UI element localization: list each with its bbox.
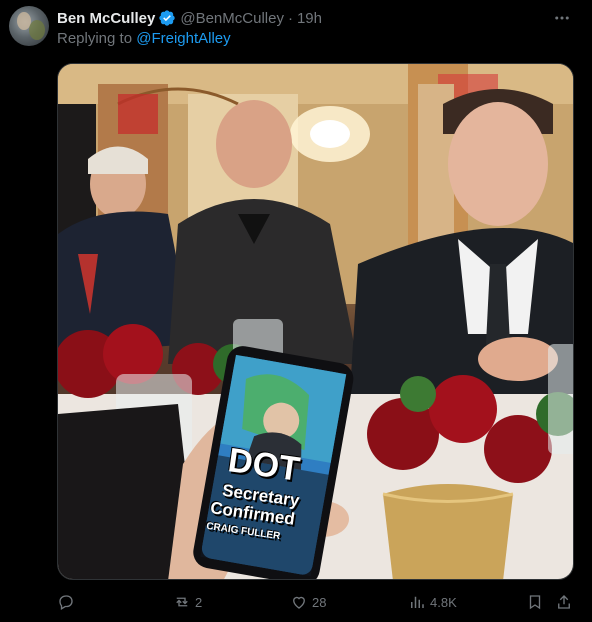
share-button[interactable] — [555, 592, 573, 612]
tweet-actions: 2 28 4.8K — [57, 592, 577, 612]
avatar-shape — [29, 20, 45, 40]
views-button[interactable]: 4.8K — [408, 592, 457, 612]
like-count: 28 — [312, 594, 327, 610]
separator-dot: · — [287, 9, 293, 27]
retweet-icon — [176, 597, 188, 607]
photo-illustration — [58, 64, 573, 579]
reply-prefix: Replying to — [57, 30, 133, 47]
views-count: 4.8K — [430, 594, 457, 610]
tweet-photo[interactable]: DOT Secretary Confirmed CRAIG FULLER — [57, 63, 574, 580]
retweet-count: 2 — [195, 594, 203, 610]
bookmark-icon — [529, 595, 541, 610]
like-icon — [293, 596, 305, 609]
share-icon — [558, 595, 570, 609]
tweet-header: Ben McCulley @BenMcCulley · 19h — [57, 8, 322, 28]
avatar[interactable] — [9, 6, 49, 46]
tweet[interactable]: Ben McCulley @BenMcCulley · 19h Replying… — [0, 0, 592, 622]
more-icon[interactable] — [552, 8, 572, 28]
author-name[interactable]: Ben McCulley — [57, 10, 155, 27]
author-handle[interactable]: @BenMcCulley — [180, 10, 284, 27]
reply-context: Replying to @FreightAlley — [57, 30, 231, 47]
bookmark-button[interactable] — [526, 592, 544, 612]
timestamp[interactable]: 19h — [297, 10, 322, 27]
reply-button[interactable] — [57, 592, 79, 612]
views-icon — [411, 596, 424, 608]
verified-icon — [158, 9, 176, 27]
retweet-button[interactable]: 2 — [173, 592, 202, 612]
like-button[interactable]: 28 — [290, 592, 326, 612]
reply-icon — [59, 595, 73, 610]
reply-to-link[interactable]: @FreightAlley — [136, 30, 230, 47]
